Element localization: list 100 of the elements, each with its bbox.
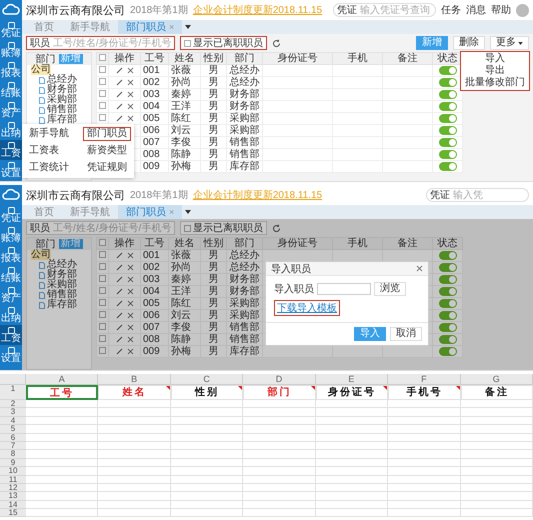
row-number[interactable]: 1 (0, 385, 26, 400)
sidebar-item[interactable]: 出纳 (0, 120, 22, 140)
header-link[interactable]: 消息 (466, 3, 486, 17)
sidebar-item[interactable]: 工资 (0, 140, 22, 160)
tree-node[interactable]: 总经办 (47, 260, 77, 270)
search-field[interactable]: 职员 工号/姓名/身份证号/手机号 (26, 36, 175, 50)
table-cell: 男 (200, 136, 226, 148)
search-input[interactable]: 输入凭证号查询 (360, 4, 432, 16)
row-number[interactable]: 5 (0, 425, 26, 434)
tree-node[interactable]: 公司 (31, 65, 51, 75)
row-number[interactable]: 2 (0, 400, 26, 408)
table-cell: 男 (200, 262, 226, 274)
tree-node[interactable]: 销售部 (47, 105, 77, 115)
row-number[interactable]: 10 (0, 467, 26, 476)
column-letter[interactable]: F (388, 374, 461, 385)
tab[interactable]: 部门职员 × (118, 205, 182, 219)
header-cell[interactable]: 手机号 (388, 385, 461, 400)
menu-item[interactable]: 导入 (461, 53, 529, 65)
sidebar-item[interactable]: 设置 (0, 160, 22, 180)
tab[interactable]: 部门职员 × (118, 20, 182, 34)
tree-node[interactable]: 财务部 (47, 85, 77, 95)
dialog-button[interactable]: 取消 (390, 327, 422, 341)
header-search[interactable]: 凭证 输入凭 (426, 188, 529, 202)
table-cell: 007 (140, 136, 168, 148)
table-cell: 006 (140, 310, 168, 322)
sidebar-item[interactable]: 账簿 (0, 225, 22, 245)
table-cell: 男 (200, 100, 226, 112)
menu-item[interactable]: 导出 (461, 65, 529, 77)
tree-node[interactable]: 销售部 (47, 290, 77, 300)
tree-node[interactable]: 财务部 (47, 270, 77, 280)
table-cell: 刘云 (168, 124, 200, 136)
tree-node[interactable]: 库存部 (47, 115, 77, 125)
table-cell: 陈红 (168, 112, 200, 124)
column-header: 状态 (432, 238, 462, 250)
column-header: 身份证号 (262, 238, 332, 250)
sidebar-item[interactable]: 资产 (0, 100, 22, 120)
table-cell: 002 (140, 262, 168, 274)
menu-item[interactable]: 薪资类型 (83, 144, 131, 158)
tree-node[interactable]: 公司 (31, 250, 51, 260)
header-cell[interactable]: 姓名 (98, 385, 171, 400)
sidebar-item[interactable]: 报表 (0, 60, 22, 80)
sidebar-item[interactable]: 报表 (0, 245, 22, 265)
tree-node[interactable]: 库存部 (47, 300, 77, 310)
sidebar-item[interactable]: 设置 (0, 345, 22, 365)
sidebar-item[interactable]: 工资 (0, 325, 22, 345)
search-field[interactable]: 职员 工号/姓名/身份证号/手机号 (26, 221, 175, 235)
column-letter[interactable]: B (98, 374, 171, 385)
tree-node[interactable]: 采购部 (47, 95, 77, 105)
tree-node[interactable]: 总经办 (47, 75, 77, 85)
checkbox[interactable]: 显示已离职职员 (180, 36, 267, 50)
browse-button[interactable]: 浏览 (374, 282, 406, 296)
table-cell: 男 (200, 148, 226, 160)
header-search[interactable]: 凭证 输入凭证号查询 (333, 3, 436, 17)
header-link[interactable]: 任务 (441, 3, 461, 17)
menu-item[interactable]: 工资表 (25, 144, 73, 158)
select-dropdown[interactable]: 凭证 (430, 188, 450, 202)
sidebar-item[interactable]: 资产 (0, 285, 22, 305)
menu-item[interactable]: 凭证规则 (83, 161, 131, 175)
column-letter[interactable]: C (170, 374, 244, 385)
menu-item[interactable]: 新手导航 (25, 127, 73, 141)
sidebar-item[interactable]: 凭证 (0, 205, 22, 225)
sidebar-item[interactable]: 账簿 (0, 40, 22, 60)
menu-item[interactable]: 批量修改部门 (461, 77, 529, 89)
download-link[interactable]: 下载导入模板 (274, 300, 340, 316)
select-dropdown[interactable]: 凭证 (337, 3, 357, 17)
column-letter[interactable]: G (460, 374, 533, 385)
column-letter[interactable]: E (316, 374, 388, 385)
toolbar-button[interactable]: 删除 (453, 36, 485, 50)
tree-title: 部门 (36, 52, 56, 65)
sidebar-item[interactable]: 出纳 (0, 305, 22, 325)
table-cell: 008 (140, 334, 168, 346)
sidebar-item[interactable]: 结账 (0, 265, 22, 285)
header-cell[interactable]: 身份证号 (316, 385, 388, 400)
header-cell[interactable]: 备注 (460, 385, 533, 400)
header-cell[interactable]: 性别 (170, 385, 244, 400)
header-cell[interactable]: 部门 (243, 385, 316, 400)
menu-item[interactable]: 部门职员 (83, 127, 131, 141)
table-cell: 008 (140, 148, 168, 160)
header-cell[interactable]: 工号 (26, 385, 98, 400)
toolbar-button[interactable]: 更多 (490, 36, 529, 50)
table-cell: 003 (140, 274, 168, 286)
tree-node[interactable]: 采购部 (47, 280, 77, 290)
search-input[interactable]: 输入凭 (453, 190, 525, 200)
row-number[interactable]: 3 (0, 408, 26, 417)
row-number[interactable]: 8 (0, 450, 26, 459)
table-cell: 陈静 (168, 148, 200, 160)
table-cell: 刘云 (168, 310, 200, 322)
column-letter[interactable]: D (243, 374, 316, 385)
header-link[interactable]: 帮助 (491, 3, 511, 17)
column-letter[interactable]: A (26, 374, 98, 385)
table-cell: 男 (200, 124, 226, 136)
sidebar-item[interactable]: 凭证 (0, 20, 22, 40)
row-number[interactable]: 13 (0, 492, 26, 501)
table-cell: 采购部 (226, 310, 262, 322)
menu-item[interactable]: 工资统计 (25, 161, 73, 175)
row-number[interactable]: 15 (0, 509, 26, 518)
field-label: 导入职员 (274, 282, 314, 296)
table-cell: 库存部 (226, 346, 262, 358)
checkbox[interactable]: 显示已离职职员 (180, 221, 267, 235)
sidebar-item[interactable]: 结账 (0, 80, 22, 100)
